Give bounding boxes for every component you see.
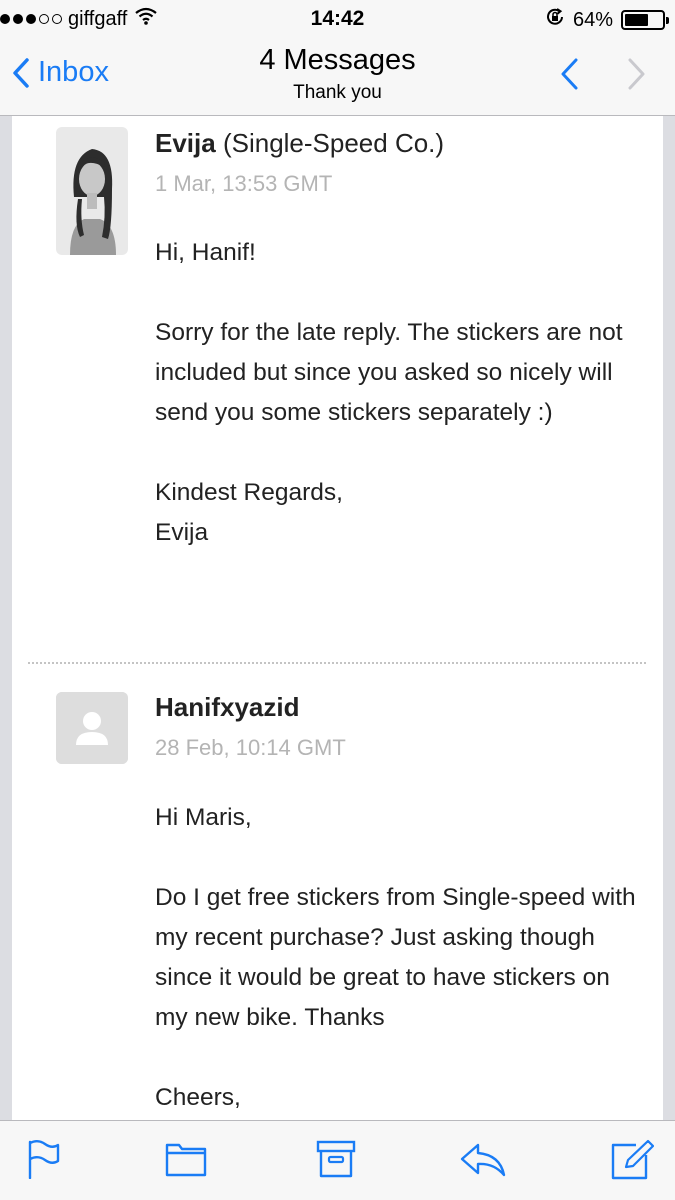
archive-button[interactable] — [316, 1139, 356, 1184]
message-paragraph: Evija — [155, 519, 209, 546]
next-message-button[interactable] — [626, 56, 648, 97]
compose-icon — [611, 1139, 655, 1180]
battery-fill — [625, 14, 649, 26]
navigation-bar: Inbox 4 Messages Thank you — [0, 38, 675, 116]
message-paragraph: Hi, Hanif! — [155, 239, 256, 266]
battery-icon — [621, 10, 669, 30]
previous-message-button[interactable] — [558, 56, 580, 97]
status-bar: giffgaff 14:42 64% — [0, 0, 675, 38]
default-avatar-icon[interactable] — [56, 692, 128, 764]
chevron-down-icon — [628, 58, 645, 90]
message-paragraph: Sorry for the late reply. The stickers a… — [155, 319, 623, 426]
folder-icon — [165, 1143, 207, 1177]
status-right: 64% — [545, 7, 669, 33]
message-paragraph: Cheers, — [155, 1084, 241, 1111]
sender-line: Evija (Single-Speed Co.) — [155, 128, 444, 159]
sender-avatar-photo[interactable] — [56, 127, 128, 255]
message-item: Hanifxyazid 28 Feb, 10:14 GMT Hi Maris, … — [12, 664, 663, 1120]
move-to-folder-button[interactable] — [165, 1139, 207, 1184]
message-paragraph: Hi Maris, — [155, 804, 252, 831]
battery-percentage: 64% — [572, 8, 613, 31]
orientation-lock-icon — [545, 7, 565, 33]
chevron-up-icon — [561, 58, 578, 90]
sender-name: Evija — [155, 128, 216, 158]
message-paragraph: Kindest Regards, — [155, 479, 343, 506]
message-body: Hi, Hanif! Sorry for the late reply. The… — [155, 233, 645, 553]
reply-button[interactable] — [458, 1139, 506, 1184]
message-item: Evija (Single-Speed Co.) 1 Mar, 13:53 GM… — [12, 116, 663, 662]
flag-button[interactable] — [26, 1139, 62, 1184]
message-date: 28 Feb, 10:14 GMT — [155, 735, 346, 760]
message-date: 1 Mar, 13:53 GMT — [155, 171, 333, 196]
bottom-toolbar — [0, 1120, 675, 1200]
message-paragraph: Do I get free stickers from Single-speed… — [155, 884, 636, 1031]
message-body: Hi Maris, Do I get free stickers from Si… — [155, 798, 645, 1118]
reply-icon — [460, 1143, 506, 1177]
sender-line: Hanifxyazid — [155, 692, 300, 723]
sender-organization: (Single-Speed Co.) — [222, 128, 445, 158]
archive-icon — [316, 1140, 356, 1178]
flag-icon — [28, 1140, 60, 1180]
sender-name: Hanifxyazid — [155, 692, 300, 722]
compose-button[interactable] — [610, 1139, 655, 1186]
message-thread[interactable]: Evija (Single-Speed Co.) 1 Mar, 13:53 GM… — [12, 116, 663, 1120]
